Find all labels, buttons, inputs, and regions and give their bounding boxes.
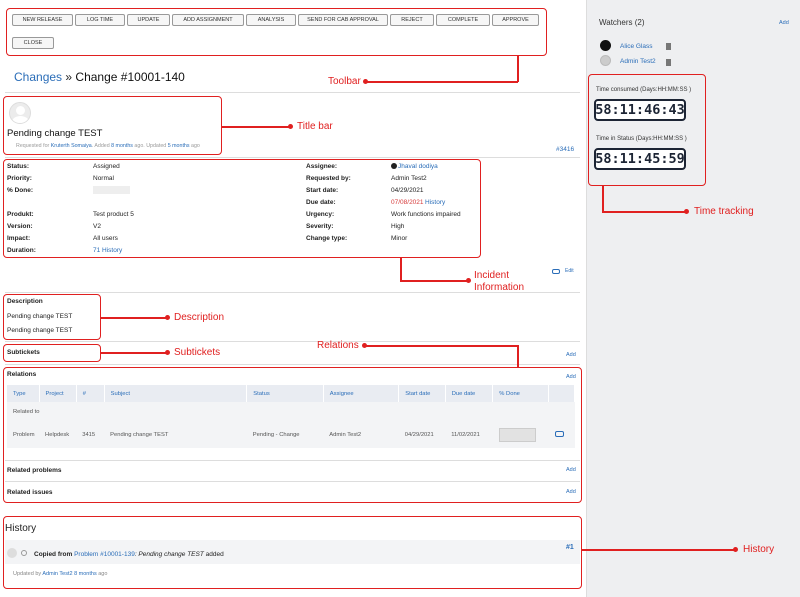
breadcrumb-parent-link[interactable]: Changes — [14, 70, 62, 84]
incident-info-highlight — [3, 159, 481, 258]
divider — [5, 92, 580, 93]
history-highlight — [3, 516, 582, 589]
watcher-link[interactable]: Alice Glass — [620, 43, 653, 50]
time-tracking-highlight — [588, 74, 706, 186]
subtickets-add-link[interactable]: Add — [566, 352, 576, 358]
subtickets-callout: Subtickets — [174, 347, 221, 358]
title-bar-callout: Title bar — [297, 121, 333, 132]
watchers-add-link[interactable]: Add — [779, 20, 789, 26]
divider — [5, 157, 580, 158]
edit-icon[interactable] — [552, 269, 560, 274]
history-callout: History — [743, 544, 775, 555]
relations-callout: Relations — [317, 340, 359, 351]
watchers-title: Watchers (2) — [599, 18, 645, 27]
relations-highlight — [3, 367, 582, 503]
time-tracking-callout: Time tracking — [694, 206, 754, 217]
divider — [5, 341, 580, 342]
trash-icon[interactable] — [666, 59, 671, 66]
description-callout: Description — [174, 312, 225, 323]
breadcrumb-separator: » — [65, 70, 73, 84]
page-title: Change #10001-140 — [75, 70, 185, 84]
edit-link[interactable]: Edit — [565, 268, 574, 274]
toolbar-callout: Toolbar — [328, 76, 361, 87]
issue-ref-link[interactable]: #3416 — [556, 146, 574, 153]
incident-info-callout: Incident Information — [474, 270, 525, 293]
watcher-link[interactable]: Admin Test2 — [620, 58, 656, 65]
avatar — [600, 40, 611, 51]
title-bar-highlight — [3, 96, 222, 155]
toolbar-highlight — [6, 8, 547, 56]
trash-icon[interactable] — [666, 43, 671, 50]
avatar — [600, 55, 611, 66]
breadcrumb: Changes » Change #10001-140 — [14, 70, 185, 84]
description-highlight — [3, 294, 101, 340]
divider — [5, 364, 580, 365]
subtickets-highlight — [3, 344, 101, 362]
